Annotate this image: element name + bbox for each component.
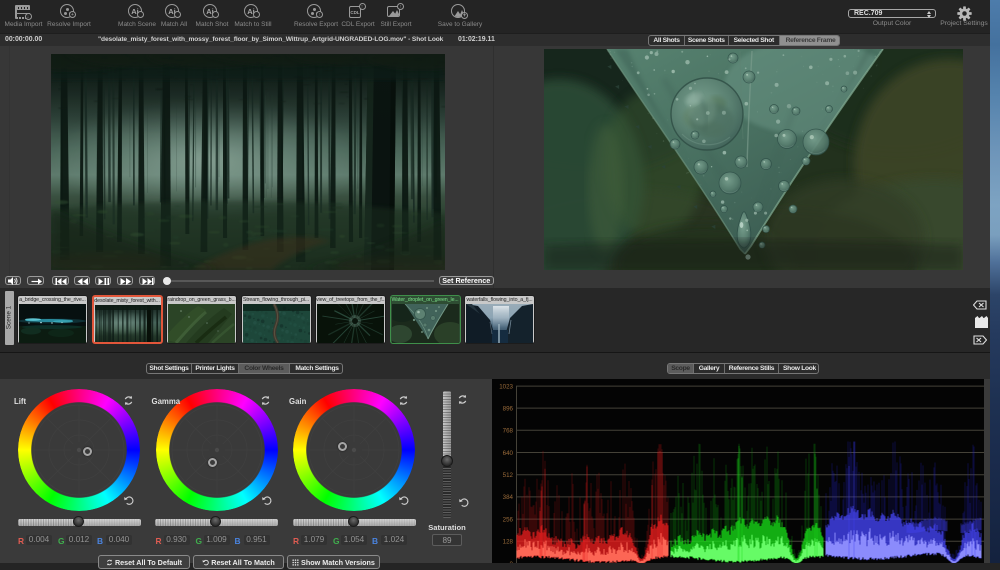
svg-text:384: 384 [503, 494, 514, 501]
svg-text:512: 512 [503, 472, 514, 479]
svg-text:1023: 1023 [499, 383, 513, 390]
svg-text:768: 768 [503, 428, 514, 435]
svg-text:640: 640 [503, 450, 514, 457]
svg-text:896: 896 [503, 405, 514, 412]
svg-text:128: 128 [503, 539, 514, 546]
svg-text:256: 256 [503, 516, 514, 523]
